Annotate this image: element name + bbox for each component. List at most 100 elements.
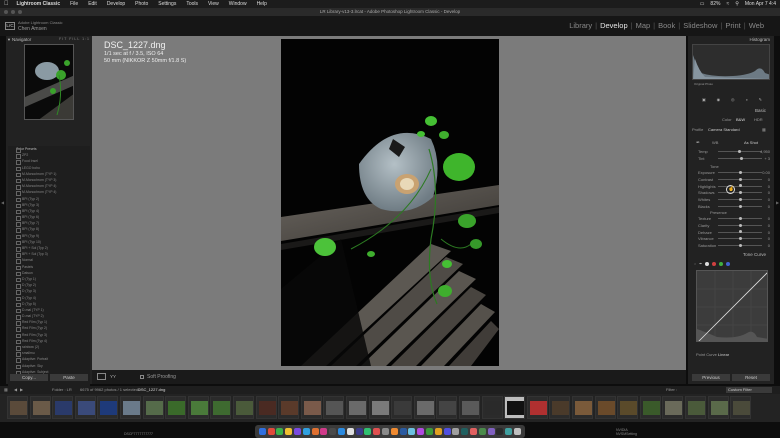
menu-settings[interactable]: Settings bbox=[158, 1, 176, 7]
menu-photo[interactable]: Photo bbox=[135, 1, 148, 7]
filmstrip-thumbnail[interactable] bbox=[300, 396, 322, 419]
basic-section-label[interactable]: Basic bbox=[755, 108, 766, 113]
filmstrip-nav-back-icon[interactable]: ◀ bbox=[14, 386, 17, 394]
vibrance-slider[interactable] bbox=[718, 237, 762, 241]
curve-red-channel[interactable] bbox=[712, 261, 717, 266]
dock-app-icon[interactable] bbox=[399, 428, 407, 435]
collapse-triangle-icon[interactable]: ▼ bbox=[7, 36, 11, 43]
dock-app-icon[interactable] bbox=[276, 428, 284, 435]
saturation-slider-knob[interactable] bbox=[738, 243, 742, 247]
filmstrip-thumbnail[interactable] bbox=[233, 396, 254, 419]
texture-slider[interactable] bbox=[718, 216, 762, 220]
minimize-window-button[interactable] bbox=[11, 10, 15, 14]
module-print[interactable]: Print bbox=[725, 21, 740, 30]
filmstrip-thumbnail[interactable] bbox=[549, 396, 571, 419]
clarity-slider-knob[interactable] bbox=[738, 223, 742, 227]
menu-file[interactable]: File bbox=[70, 1, 78, 7]
dock-app-icon[interactable] bbox=[461, 428, 469, 435]
curve-target-icon[interactable]: ✒ bbox=[699, 261, 702, 266]
filmstrip-thumbnail[interactable] bbox=[730, 396, 752, 419]
temp-slider[interactable] bbox=[718, 149, 762, 153]
blacks-slider-knob[interactable] bbox=[738, 204, 742, 208]
shadows-value[interactable]: 0 bbox=[768, 190, 770, 195]
module-web[interactable]: Web bbox=[749, 21, 764, 30]
filmstrip-selected-file[interactable]: DSC_1227.dng bbox=[138, 386, 165, 394]
whites-value[interactable]: 0 bbox=[768, 197, 770, 202]
menu-window[interactable]: Window bbox=[229, 1, 247, 7]
saturation-value[interactable]: 0 bbox=[768, 243, 770, 248]
main-photo[interactable] bbox=[281, 39, 499, 366]
highlights-value[interactable]: 0 bbox=[768, 184, 770, 189]
loupe-view-button[interactable] bbox=[97, 373, 106, 380]
dehaze-slider[interactable] bbox=[718, 230, 762, 234]
filmstrip-thumbnail[interactable] bbox=[210, 396, 232, 419]
navigator-header[interactable]: ▼ Navigator FIT FILL 1:1 bbox=[6, 36, 92, 43]
dock-app-icon[interactable] bbox=[505, 428, 513, 435]
filmstrip-thumbnail[interactable] bbox=[255, 396, 277, 419]
module-map[interactable]: Map bbox=[636, 21, 651, 30]
blacks-slider[interactable] bbox=[718, 204, 762, 208]
filmstrip-thumbnail[interactable] bbox=[662, 396, 684, 419]
profile-browser-icon[interactable]: ▦ bbox=[762, 127, 766, 132]
highlights-slider-knob[interactable] bbox=[738, 184, 742, 188]
filmstrip-thumbnail[interactable] bbox=[391, 396, 413, 419]
curve-rgb-channel[interactable] bbox=[705, 261, 710, 266]
filmstrip-folder[interactable]: Folder : LR bbox=[52, 386, 72, 394]
dehaze-value[interactable]: 0 bbox=[768, 230, 770, 235]
filmstrip-thumbnail[interactable] bbox=[97, 396, 119, 419]
dock-app-icon[interactable] bbox=[346, 428, 354, 435]
filmstrip-thumbnail[interactable] bbox=[594, 396, 616, 419]
filmstrip-thumbnail[interactable] bbox=[52, 396, 74, 419]
treatment-hdr[interactable]: HDR bbox=[754, 117, 763, 122]
exposure-slider-knob[interactable] bbox=[738, 170, 742, 174]
filmstrip-thumbnail[interactable] bbox=[29, 396, 51, 419]
dock-app-icon[interactable] bbox=[302, 428, 310, 435]
navigator-zoom-options[interactable]: FIT FILL 1:1 bbox=[59, 36, 90, 43]
menu-tools[interactable]: Tools bbox=[186, 1, 198, 7]
dock-app-icon[interactable] bbox=[408, 428, 416, 435]
search-icon[interactable]: ⚲ bbox=[735, 1, 739, 7]
dock-app-icon[interactable] bbox=[285, 428, 293, 435]
histogram[interactable] bbox=[692, 44, 770, 80]
filmstrip-thumbnail[interactable] bbox=[74, 396, 96, 419]
filmstrip-thumbnail-selected[interactable] bbox=[504, 396, 526, 419]
dehaze-slider-knob[interactable] bbox=[738, 230, 742, 234]
navigator-preview[interactable] bbox=[24, 44, 74, 120]
module-book[interactable]: Book bbox=[658, 21, 675, 30]
filmstrip-thumbnail[interactable] bbox=[120, 396, 141, 419]
menu-develop[interactable]: Develop bbox=[107, 1, 125, 7]
tint-value[interactable]: + 3 bbox=[764, 156, 770, 161]
filmstrip-thumbnail[interactable] bbox=[639, 396, 661, 419]
shadows-slider-knob[interactable] bbox=[738, 191, 742, 195]
tint-slider[interactable] bbox=[718, 156, 762, 160]
soft-proofing-checkbox[interactable] bbox=[140, 375, 144, 379]
filmstrip-thumbnail[interactable] bbox=[617, 396, 639, 419]
dock-app-icon[interactable] bbox=[452, 428, 460, 435]
filmstrip[interactable] bbox=[0, 394, 780, 422]
texture-slider-knob[interactable] bbox=[738, 216, 742, 220]
dock-app-icon[interactable] bbox=[382, 428, 390, 435]
vibrance-value[interactable]: 0 bbox=[768, 236, 770, 241]
paste-settings-button[interactable]: Paste bbox=[50, 374, 88, 381]
filmstrip-nav-forward-icon[interactable]: ▶ bbox=[20, 386, 23, 394]
filmstrip-thumbnail[interactable] bbox=[278, 396, 300, 419]
shadows-slider[interactable] bbox=[718, 191, 762, 195]
copy-settings-button[interactable]: Copy... bbox=[10, 374, 48, 381]
before-after-button[interactable]: YY bbox=[110, 373, 120, 380]
menu-edit[interactable]: Edit bbox=[88, 1, 97, 7]
dock-app-icon[interactable] bbox=[355, 428, 363, 435]
dock-app-icon[interactable] bbox=[434, 428, 442, 435]
dock-app-icon[interactable] bbox=[329, 428, 337, 435]
dock-app-icon[interactable] bbox=[478, 428, 486, 435]
filmstrip-thumbnail[interactable] bbox=[707, 396, 729, 419]
filmstrip-thumbnail[interactable] bbox=[142, 396, 164, 419]
left-panel-toggle-icon[interactable]: ◀ bbox=[1, 200, 4, 214]
clarity-slider[interactable] bbox=[718, 223, 762, 227]
brush-tool-icon[interactable]: ✎ bbox=[759, 97, 762, 103]
close-window-button[interactable] bbox=[4, 10, 8, 14]
dock-app-icon[interactable] bbox=[338, 428, 346, 435]
curve-blue-channel[interactable] bbox=[726, 261, 731, 266]
dock-app-icon[interactable] bbox=[514, 428, 521, 435]
redeye-tool-icon[interactable]: ◎ bbox=[731, 97, 735, 103]
saturation-slider[interactable] bbox=[718, 243, 762, 247]
